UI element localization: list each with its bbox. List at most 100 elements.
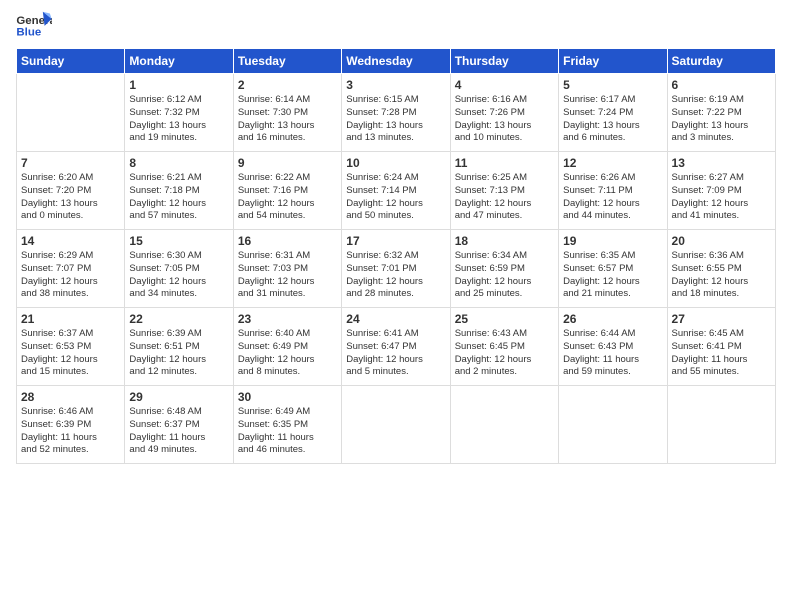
calendar-cell: [17, 74, 125, 152]
logo: General Blue: [16, 10, 52, 40]
day-number: 25: [455, 312, 554, 326]
calendar-table: SundayMondayTuesdayWednesdayThursdayFrid…: [16, 48, 776, 464]
calendar-cell: 21 Sunrise: 6:37 AM Sunset: 6:53 PM Dayli…: [17, 308, 125, 386]
calendar-cell: 18 Sunrise: 6:34 AM Sunset: 6:59 PM Dayli…: [450, 230, 558, 308]
day-content: Sunrise: 6:32 AM Sunset: 7:01 PM Dayligh…: [346, 250, 445, 301]
calendar-cell: 4Sunrise: 6:16 AM Sunset: 7:26 PM Daylig…: [450, 74, 558, 152]
day-number: 24: [346, 312, 445, 326]
svg-text:Blue: Blue: [16, 27, 41, 39]
day-number: 17: [346, 234, 445, 248]
calendar-cell: 6 Sunrise: 6:19 AM Sunset: 7:22 PM Daylig…: [667, 74, 775, 152]
day-content: Sunrise: 6:16 AM Sunset: 7:26 PM Dayligh…: [455, 94, 554, 145]
calendar-cell: 15 Sunrise: 6:30 AM Sunset: 7:05 PM Dayli…: [125, 230, 233, 308]
calendar-page: General Blue SundayMondayTuesdayWednesda…: [0, 0, 792, 612]
day-content: Sunrise: 6:35 AM Sunset: 6:57 PM Dayligh…: [563, 250, 662, 301]
day-content: Sunrise: 6:37 AM Sunset: 6:53 PM Dayligh…: [21, 328, 120, 379]
calendar-body: 1 Sunrise: 6:12 AM Sunset: 7:32 PM Daylig…: [17, 74, 776, 464]
day-number: 27: [672, 312, 771, 326]
day-number: 19: [563, 234, 662, 248]
weekday-header-tuesday: Tuesday: [233, 49, 341, 74]
calendar-cell: [342, 386, 450, 464]
logo-icon: General Blue: [16, 10, 52, 40]
day-number: 28: [21, 390, 120, 404]
day-content: Sunrise: 6:34 AM Sunset: 6:59 PM Dayligh…: [455, 250, 554, 301]
weekday-header-monday: Monday: [125, 49, 233, 74]
day-content: Sunrise: 6:12 AM Sunset: 7:32 PM Dayligh…: [129, 94, 228, 145]
day-number: 5: [563, 78, 662, 92]
day-content: Sunrise: 6:39 AM Sunset: 6:51 PM Dayligh…: [129, 328, 228, 379]
calendar-week-4: 21 Sunrise: 6:37 AM Sunset: 6:53 PM Dayli…: [17, 308, 776, 386]
calendar-cell: 3Sunrise: 6:15 AM Sunset: 7:28 PM Daylig…: [342, 74, 450, 152]
day-content: Sunrise: 6:31 AM Sunset: 7:03 PM Dayligh…: [238, 250, 337, 301]
calendar-cell: 2Sunrise: 6:14 AM Sunset: 7:30 PM Daylig…: [233, 74, 341, 152]
calendar-cell: 20Sunrise: 6:36 AM Sunset: 6:55 PM Dayli…: [667, 230, 775, 308]
day-content: Sunrise: 6:17 AM Sunset: 7:24 PM Dayligh…: [563, 94, 662, 145]
calendar-cell: 7Sunrise: 6:20 AM Sunset: 7:20 PM Daylig…: [17, 152, 125, 230]
calendar-cell: 27 Sunrise: 6:45 AM Sunset: 6:41 PM Dayli…: [667, 308, 775, 386]
day-number: 26: [563, 312, 662, 326]
calendar-cell: 12 Sunrise: 6:26 AM Sunset: 7:11 PM Dayli…: [559, 152, 667, 230]
calendar-cell: 30 Sunrise: 6:49 AM Sunset: 6:35 PM Dayli…: [233, 386, 341, 464]
calendar-cell: 22Sunrise: 6:39 AM Sunset: 6:51 PM Dayli…: [125, 308, 233, 386]
day-number: 30: [238, 390, 337, 404]
day-number: 14: [21, 234, 120, 248]
day-content: Sunrise: 6:30 AM Sunset: 7:05 PM Dayligh…: [129, 250, 228, 301]
calendar-cell: [667, 386, 775, 464]
calendar-cell: 24 Sunrise: 6:41 AM Sunset: 6:47 PM Dayli…: [342, 308, 450, 386]
calendar-cell: 8Sunrise: 6:21 AM Sunset: 7:18 PM Daylig…: [125, 152, 233, 230]
calendar-week-5: 28Sunrise: 6:46 AM Sunset: 6:39 PM Dayli…: [17, 386, 776, 464]
calendar-cell: 16 Sunrise: 6:31 AM Sunset: 7:03 PM Dayli…: [233, 230, 341, 308]
calendar-cell: [450, 386, 558, 464]
calendar-cell: 19 Sunrise: 6:35 AM Sunset: 6:57 PM Dayli…: [559, 230, 667, 308]
day-content: Sunrise: 6:25 AM Sunset: 7:13 PM Dayligh…: [455, 172, 554, 223]
calendar-cell: 11Sunrise: 6:25 AM Sunset: 7:13 PM Dayli…: [450, 152, 558, 230]
weekday-header-wednesday: Wednesday: [342, 49, 450, 74]
day-content: Sunrise: 6:40 AM Sunset: 6:49 PM Dayligh…: [238, 328, 337, 379]
calendar-cell: 29 Sunrise: 6:48 AM Sunset: 6:37 PM Dayli…: [125, 386, 233, 464]
weekday-header-row: SundayMondayTuesdayWednesdayThursdayFrid…: [17, 49, 776, 74]
day-number: 3: [346, 78, 445, 92]
weekday-header-thursday: Thursday: [450, 49, 558, 74]
calendar-cell: 10 Sunrise: 6:24 AM Sunset: 7:14 PM Dayli…: [342, 152, 450, 230]
day-number: 18: [455, 234, 554, 248]
day-content: Sunrise: 6:45 AM Sunset: 6:41 PM Dayligh…: [672, 328, 771, 379]
day-number: 23: [238, 312, 337, 326]
day-content: Sunrise: 6:19 AM Sunset: 7:22 PM Dayligh…: [672, 94, 771, 145]
calendar-week-2: 7Sunrise: 6:20 AM Sunset: 7:20 PM Daylig…: [17, 152, 776, 230]
weekday-header-sunday: Sunday: [17, 49, 125, 74]
day-content: Sunrise: 6:22 AM Sunset: 7:16 PM Dayligh…: [238, 172, 337, 223]
calendar-cell: 9Sunrise: 6:22 AM Sunset: 7:16 PM Daylig…: [233, 152, 341, 230]
day-content: Sunrise: 6:48 AM Sunset: 6:37 PM Dayligh…: [129, 406, 228, 457]
day-content: Sunrise: 6:26 AM Sunset: 7:11 PM Dayligh…: [563, 172, 662, 223]
calendar-cell: 14 Sunrise: 6:29 AM Sunset: 7:07 PM Dayli…: [17, 230, 125, 308]
day-content: Sunrise: 6:36 AM Sunset: 6:55 PM Dayligh…: [672, 250, 771, 301]
calendar-week-3: 14 Sunrise: 6:29 AM Sunset: 7:07 PM Dayli…: [17, 230, 776, 308]
day-number: 12: [563, 156, 662, 170]
day-number: 29: [129, 390, 228, 404]
calendar-week-1: 1 Sunrise: 6:12 AM Sunset: 7:32 PM Daylig…: [17, 74, 776, 152]
day-content: Sunrise: 6:49 AM Sunset: 6:35 PM Dayligh…: [238, 406, 337, 457]
day-number: 10: [346, 156, 445, 170]
day-content: Sunrise: 6:21 AM Sunset: 7:18 PM Dayligh…: [129, 172, 228, 223]
day-number: 15: [129, 234, 228, 248]
day-content: Sunrise: 6:44 AM Sunset: 6:43 PM Dayligh…: [563, 328, 662, 379]
day-content: Sunrise: 6:27 AM Sunset: 7:09 PM Dayligh…: [672, 172, 771, 223]
day-content: Sunrise: 6:20 AM Sunset: 7:20 PM Dayligh…: [21, 172, 120, 223]
calendar-cell: 28Sunrise: 6:46 AM Sunset: 6:39 PM Dayli…: [17, 386, 125, 464]
calendar-cell: 5 Sunrise: 6:17 AM Sunset: 7:24 PM Daylig…: [559, 74, 667, 152]
day-number: 21: [21, 312, 120, 326]
header: General Blue: [16, 10, 776, 40]
calendar-cell: 13 Sunrise: 6:27 AM Sunset: 7:09 PM Dayli…: [667, 152, 775, 230]
day-content: Sunrise: 6:41 AM Sunset: 6:47 PM Dayligh…: [346, 328, 445, 379]
day-number: 6: [672, 78, 771, 92]
calendar-cell: [559, 386, 667, 464]
day-number: 16: [238, 234, 337, 248]
calendar-cell: 17 Sunrise: 6:32 AM Sunset: 7:01 PM Dayli…: [342, 230, 450, 308]
day-number: 1: [129, 78, 228, 92]
calendar-cell: 26 Sunrise: 6:44 AM Sunset: 6:43 PM Dayli…: [559, 308, 667, 386]
day-content: Sunrise: 6:24 AM Sunset: 7:14 PM Dayligh…: [346, 172, 445, 223]
day-number: 2: [238, 78, 337, 92]
day-content: Sunrise: 6:29 AM Sunset: 7:07 PM Dayligh…: [21, 250, 120, 301]
day-number: 13: [672, 156, 771, 170]
calendar-cell: 23 Sunrise: 6:40 AM Sunset: 6:49 PM Dayli…: [233, 308, 341, 386]
